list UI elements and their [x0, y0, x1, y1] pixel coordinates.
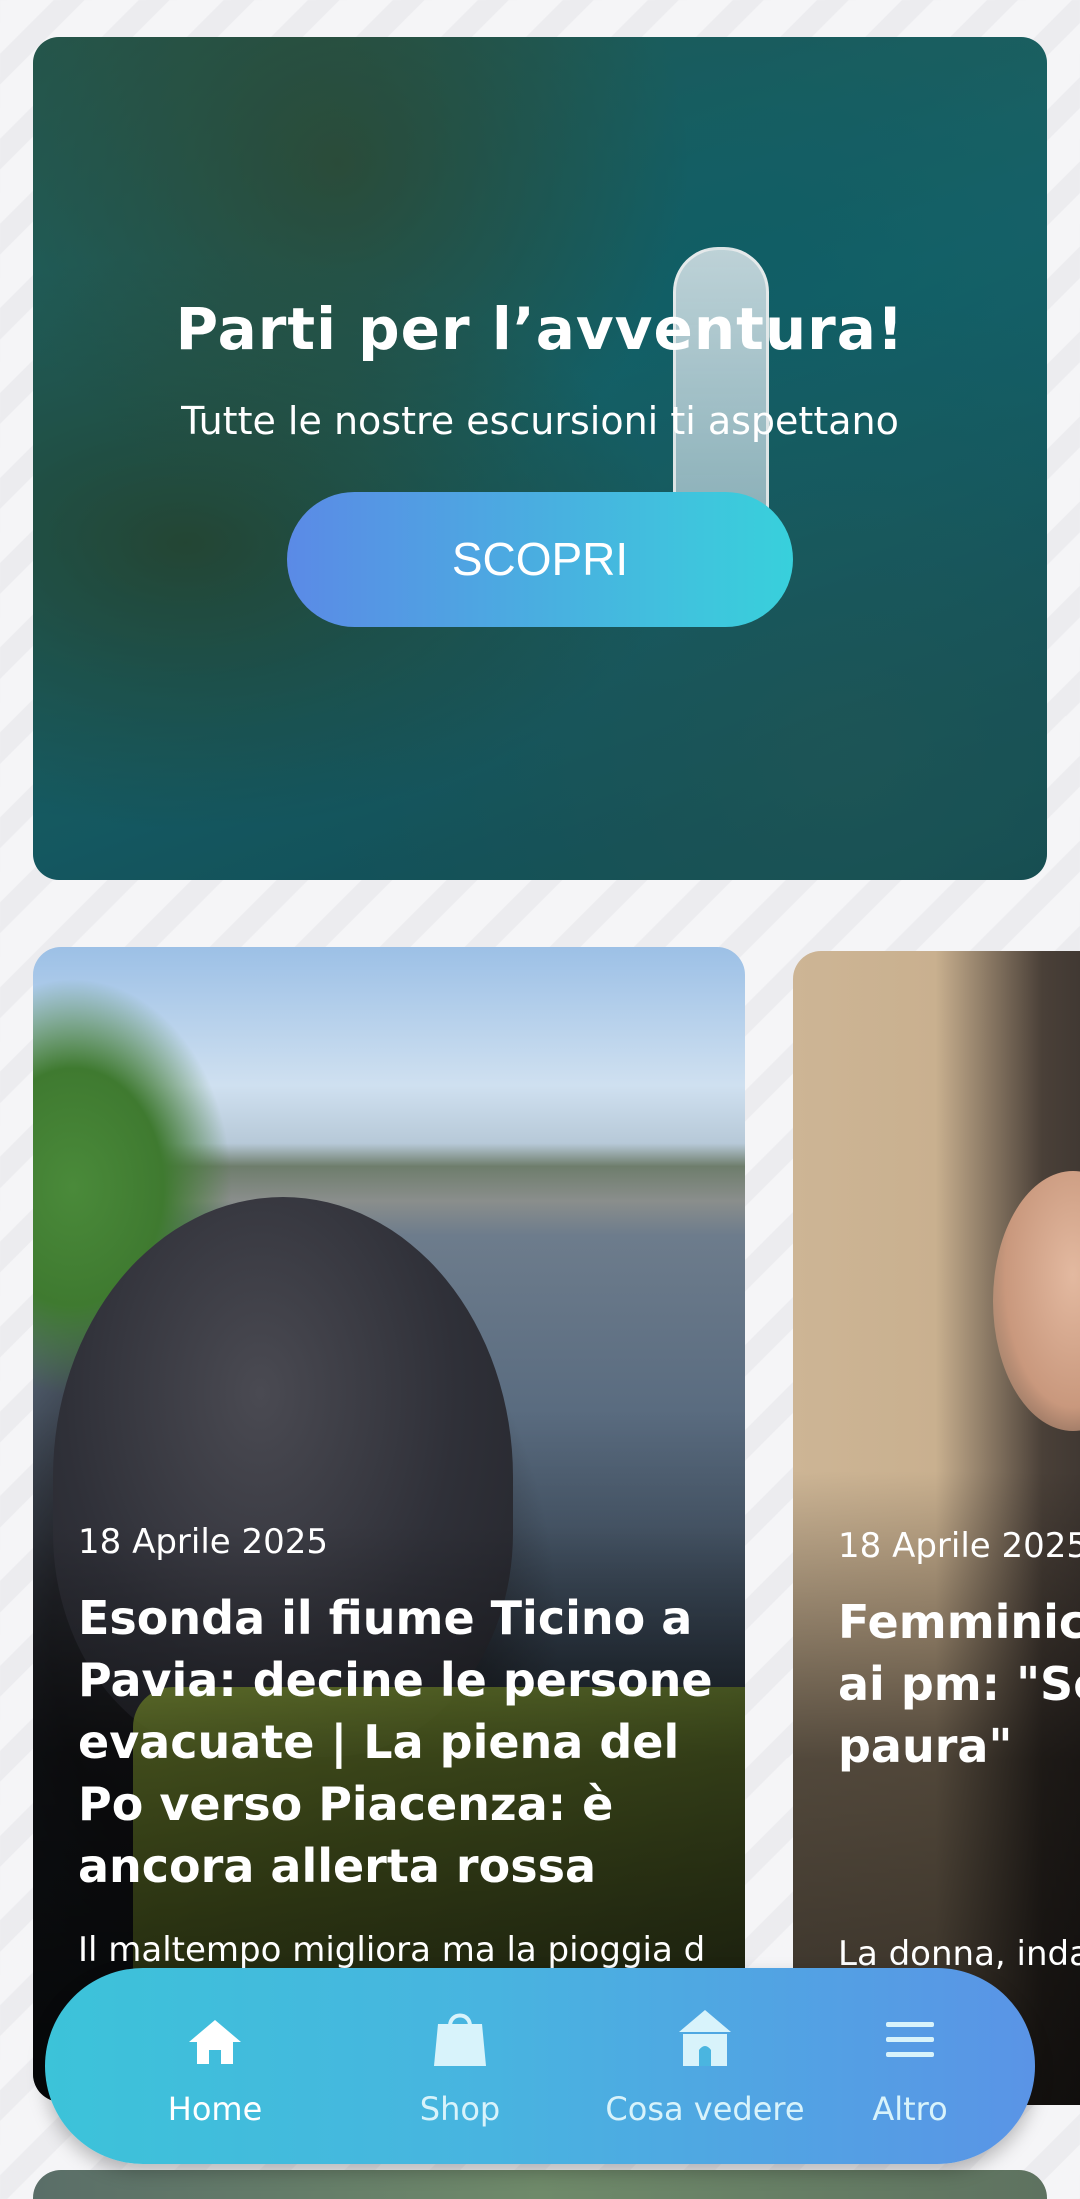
- news-title: Femminicio la madre d ai pm: "Se demonio…: [838, 1595, 1080, 1773]
- news-date: 18 Aprile 2025: [78, 1522, 329, 1562]
- nav-label-altro: Altro: [872, 2090, 948, 2128]
- nav-item-home[interactable]: Home: [95, 1968, 335, 2164]
- nav-item-shop[interactable]: Shop: [340, 1968, 580, 2164]
- discover-button[interactable]: SCOPRI: [287, 492, 793, 627]
- nav-item-cosa-vedere[interactable]: Cosa vedere: [585, 1968, 825, 2164]
- bottom-navigation: Home Shop Cosa vedere Altro: [45, 1968, 1035, 2164]
- news-card[interactable]: 18 Aprile 2025 Femminicio la madre d ai …: [793, 951, 1080, 2105]
- nav-label-cosa-vedere: Cosa vedere: [605, 2090, 805, 2128]
- hero-subtitle: Tutte le nostre escursioni ti aspettano: [181, 399, 899, 443]
- menu-icon: [884, 2020, 936, 2064]
- shopping-bag-icon: [430, 2006, 490, 2074]
- nav-item-altro[interactable]: Altro: [790, 1968, 1030, 2164]
- landmark-icon: [675, 2008, 735, 2072]
- news-card[interactable]: 18 Aprile 2025 Esonda il fiume Ticino a …: [33, 947, 745, 2102]
- news-image-hand: [993, 1171, 1080, 1431]
- home-icon: [185, 2016, 245, 2072]
- next-section-card[interactable]: [33, 2170, 1047, 2199]
- nav-label-home: Home: [167, 2090, 263, 2128]
- news-date: 18 Aprile 2025: [838, 1526, 1080, 1566]
- nav-label-shop: Shop: [419, 2090, 501, 2128]
- news-carousel[interactable]: 18 Aprile 2025 Esonda il fiume Ticino a …: [0, 945, 1080, 2105]
- hero-banner: Parti per l’avventura! Tutte le nostre e…: [33, 37, 1047, 880]
- news-excerpt: Il maltempo migliora ma la pioggia d: [78, 1930, 706, 1970]
- hero-title: Parti per l’avventura!: [175, 295, 905, 363]
- news-title: Esonda il fiume Ticino a Pavia: decine l…: [78, 1591, 713, 1893]
